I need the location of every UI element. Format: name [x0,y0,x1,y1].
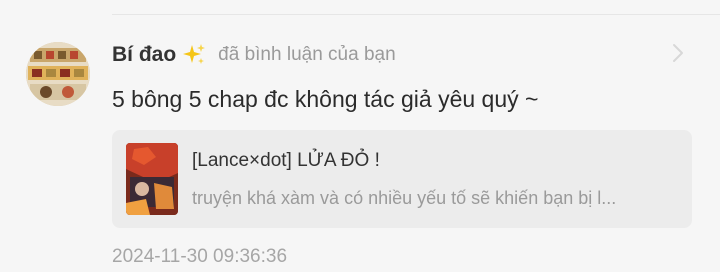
avatar[interactable] [26,42,90,106]
comment-snippet: truyện khá xàm và có nhiều yếu tố sẽ khi… [192,188,617,208]
comment-text: 5 bông 5 chap đc không tác giả yêu quý ~ [112,86,539,112]
avatar-image [26,42,90,106]
timestamp: 2024-11-30 09:36:36 [112,246,288,267]
story-thumbnail [126,143,178,215]
sparkles-icon [182,43,206,67]
action-text: đã bình luận của bạn [218,44,396,65]
story-title: [Lance×dot] LỬA ĐỎ ! [192,150,380,171]
username[interactable]: Bí đao [112,43,176,67]
notification-header: Bí đao đã bình luận của bạn [112,40,396,70]
chevron-right-icon[interactable] [668,42,688,64]
comment-notification[interactable]: Bí đao đã bình luận của bạn 5 bông 5 cha… [0,0,720,272]
referenced-comment-card[interactable]: [Lance×dot] LỬA ĐỎ ! truyện khá xàm và c… [112,130,692,228]
